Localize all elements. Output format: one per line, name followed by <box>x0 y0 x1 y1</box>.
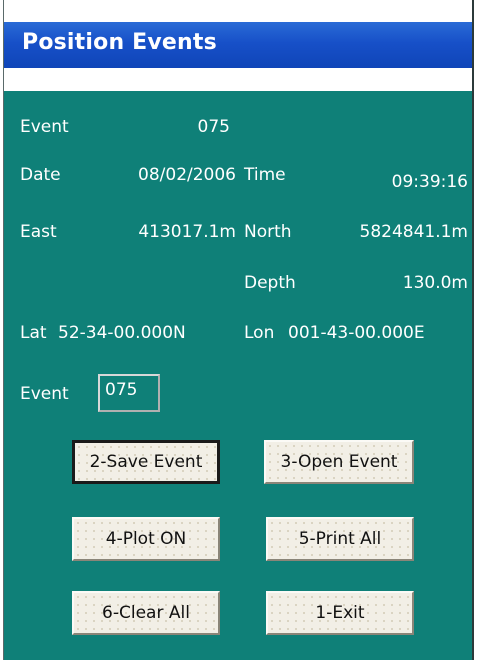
position-events-window: Position Events Event 075 Date 08/02/200… <box>3 0 474 660</box>
exit-button[interactable]: 1-Exit <box>266 591 414 635</box>
event-value: 075 <box>197 117 230 137</box>
north-label: North <box>244 222 292 242</box>
east-value: 413017.1m <box>138 222 236 242</box>
north-value: 5824841.1m <box>359 222 469 242</box>
east-label: East <box>20 222 57 242</box>
event-input-label: Event <box>20 384 69 404</box>
time-label: Time <box>244 165 286 185</box>
time-value: 09:39:16 <box>391 172 468 192</box>
window-title: Position Events <box>22 30 217 55</box>
depth-value: 130.0m <box>402 273 468 293</box>
date-value: 08/02/2006 <box>138 165 236 185</box>
print-all-button[interactable]: 5-Print All <box>266 517 414 561</box>
save-event-button[interactable]: 2-Save Event <box>72 440 220 484</box>
event-label: Event <box>20 117 69 137</box>
lon-value: 001-43-00.000E <box>288 323 425 343</box>
lat-label: Lat <box>20 323 47 343</box>
depth-label: Depth <box>244 273 296 293</box>
lat-value: 52-34-00.000N <box>58 323 186 343</box>
clear-all-button[interactable]: 6-Clear All <box>72 591 220 635</box>
title-bar: Position Events <box>4 0 472 91</box>
plot-on-button[interactable]: 4-Plot ON <box>72 517 220 561</box>
date-label: Date <box>20 165 61 185</box>
event-number-input[interactable]: 075 <box>98 374 160 412</box>
open-event-button[interactable]: 3-Open Event <box>264 440 414 484</box>
lon-label: Lon <box>244 323 275 343</box>
